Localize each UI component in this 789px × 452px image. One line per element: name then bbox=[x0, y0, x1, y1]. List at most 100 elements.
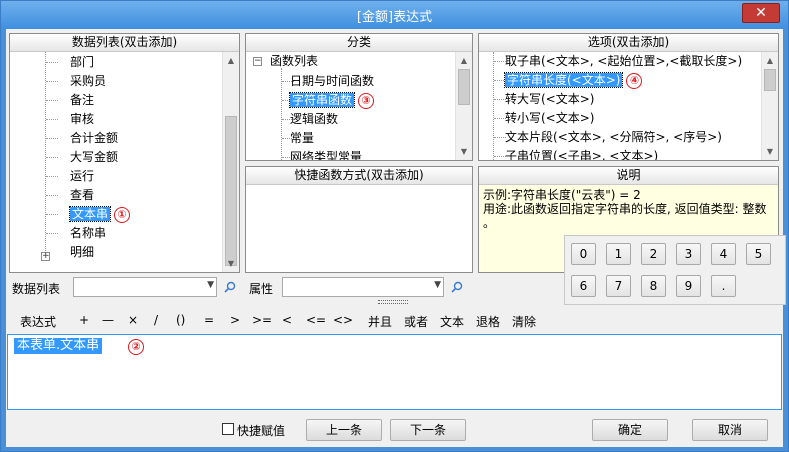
next-button[interactable]: 下一条 bbox=[390, 419, 466, 441]
data-list-item-label: 明细 bbox=[70, 245, 95, 259]
option-item-label: 转大写(<文本>) bbox=[505, 92, 595, 106]
scroll-down-icon[interactable]: ▼ bbox=[456, 143, 472, 160]
quick-assign-checkbox[interactable] bbox=[222, 423, 234, 435]
category-scrollbar[interactable]: ▲ ▼ bbox=[455, 52, 472, 160]
ok-button[interactable]: 确定 bbox=[592, 419, 668, 441]
category-item-label: 字符串函数 bbox=[288, 92, 356, 108]
operator-button[interactable]: / bbox=[154, 313, 158, 327]
data-list-item[interactable]: 文本串 ① bbox=[68, 205, 131, 224]
keypad-key[interactable]: 7 bbox=[606, 275, 631, 297]
options-header: 选项(双击添加) bbox=[479, 34, 778, 52]
data-list-scrollbar[interactable]: ▲ ▼ bbox=[222, 52, 239, 272]
category-item[interactable]: 常量 bbox=[290, 129, 314, 148]
search-icon[interactable] bbox=[224, 281, 236, 293]
keypad-key[interactable]: 6 bbox=[571, 275, 596, 297]
close-button[interactable]: ✕ bbox=[742, 3, 780, 23]
operator-button[interactable]: = bbox=[204, 313, 214, 327]
data-list-item[interactable]: 名称串 bbox=[70, 224, 106, 243]
operator-button[interactable]: + bbox=[79, 313, 89, 327]
chevron-down-icon[interactable]: ▼ bbox=[434, 280, 441, 290]
title-bar[interactable]: [金额]表达式 ✕ bbox=[1, 1, 788, 29]
operator-button[interactable]: 并且 bbox=[368, 313, 392, 330]
operator-button[interactable]: 退格 bbox=[476, 313, 500, 330]
keypad-key[interactable]: 1 bbox=[606, 243, 631, 265]
data-list-filter-combo[interactable]: ▼ bbox=[73, 277, 217, 297]
operator-button[interactable]: () bbox=[176, 313, 185, 327]
operator-button[interactable]: — bbox=[102, 313, 114, 327]
keypad-key[interactable]: . bbox=[711, 275, 736, 297]
option-item[interactable]: 转大写(<文本>) bbox=[505, 90, 594, 109]
scroll-up-icon[interactable]: ▲ bbox=[223, 52, 239, 69]
description-header: 说明 bbox=[479, 167, 778, 185]
scroll-down-icon[interactable]: ▼ bbox=[762, 143, 778, 160]
category-item[interactable]: 网络类型常量 bbox=[290, 148, 362, 160]
data-list-item[interactable]: 备注 bbox=[70, 91, 94, 110]
quick-assign-label: 快捷赋值 bbox=[237, 424, 286, 438]
option-item[interactable]: 文本片段(<文本>, <分隔符>, <序号>) bbox=[505, 128, 722, 147]
data-list-item-label: 名称串 bbox=[70, 226, 107, 240]
keypad-key[interactable]: 5 bbox=[746, 243, 771, 265]
category-header: 分类 bbox=[246, 34, 472, 52]
collapse-icon[interactable]: − bbox=[253, 57, 262, 66]
keypad-key[interactable]: 8 bbox=[641, 275, 666, 297]
data-list-header: 数据列表(双击添加) bbox=[10, 34, 239, 52]
option-item[interactable]: 取子串(<文本>, <起始位置>,<截取长度>) bbox=[505, 52, 742, 71]
option-item[interactable]: 子串位置(<子串>, <文本>) bbox=[505, 147, 658, 160]
category-root[interactable]: 函数列表 bbox=[270, 52, 318, 71]
keypad-key[interactable]: 9 bbox=[676, 275, 701, 297]
scroll-thumb[interactable] bbox=[225, 116, 237, 266]
operator-button[interactable]: 清除 bbox=[512, 313, 536, 330]
option-item[interactable]: 字符串长度(<文本>) ④ bbox=[503, 71, 643, 90]
keypad-key[interactable]: 0 bbox=[571, 243, 596, 265]
data-list-item[interactable]: 查看 bbox=[70, 186, 94, 205]
option-item[interactable]: 转小写(<文本>) bbox=[505, 109, 594, 128]
scroll-thumb[interactable] bbox=[764, 69, 776, 91]
category-item[interactable]: 日期与时间函数 bbox=[290, 72, 374, 91]
category-item[interactable]: 字符串函数 ③ bbox=[288, 91, 375, 110]
option-item-label: 文本片段(<文本>, <分隔符>, <序号>) bbox=[505, 130, 722, 144]
annotation-badge-3: ③ bbox=[358, 92, 375, 109]
tree-connector bbox=[46, 195, 58, 196]
category-item[interactable]: 逻辑函数 bbox=[290, 110, 338, 129]
previous-button[interactable]: 上一条 bbox=[306, 419, 382, 441]
keypad-key[interactable]: 2 bbox=[641, 243, 666, 265]
category-item-label: 日期与时间函数 bbox=[290, 74, 375, 88]
keypad-key[interactable]: 4 bbox=[711, 243, 736, 265]
attribute-filter-combo[interactable]: ▼ bbox=[282, 277, 444, 297]
search-icon[interactable] bbox=[451, 281, 463, 293]
cancel-button[interactable]: 取消 bbox=[692, 419, 768, 441]
operator-button[interactable]: <= bbox=[306, 313, 326, 327]
category-item-label: 逻辑函数 bbox=[290, 112, 339, 126]
scroll-down-icon[interactable]: ▼ bbox=[223, 255, 239, 272]
chevron-down-icon[interactable]: ▼ bbox=[207, 280, 214, 290]
operator-button[interactable]: 文本 bbox=[440, 313, 464, 330]
operator-button[interactable]: × bbox=[128, 313, 138, 327]
expand-icon[interactable]: + bbox=[41, 252, 50, 261]
splitter-handle[interactable] bbox=[378, 300, 408, 304]
data-list-item[interactable]: 大写金额 bbox=[70, 148, 118, 167]
description-usage: 用途:此函数返回指定字符串的长度, 返回值类型: 整数 bbox=[483, 202, 767, 216]
operator-button[interactable]: <> bbox=[333, 313, 353, 327]
option-item-label: 取子串(<文本>, <起始位置>,<截取长度>) bbox=[505, 54, 743, 68]
tree-connector bbox=[46, 138, 58, 139]
operator-button[interactable]: >= bbox=[252, 313, 272, 327]
operator-button[interactable]: > bbox=[230, 313, 240, 327]
data-list-item-label: 查看 bbox=[70, 188, 95, 202]
data-list-item[interactable]: 审核 bbox=[70, 110, 94, 129]
operator-button[interactable]: < bbox=[282, 313, 292, 327]
shortcut-list[interactable] bbox=[246, 185, 472, 272]
data-list-item[interactable]: 运行 bbox=[70, 167, 94, 186]
data-list-item[interactable]: 明细 bbox=[70, 243, 94, 262]
scroll-thumb[interactable] bbox=[458, 69, 470, 105]
scroll-up-icon[interactable]: ▲ bbox=[762, 52, 778, 69]
options-scrollbar[interactable]: ▲ ▼ bbox=[761, 52, 778, 160]
expression-editor[interactable]: 本表单.文本串 ② bbox=[7, 334, 782, 410]
scroll-up-icon[interactable]: ▲ bbox=[456, 52, 472, 69]
keypad-key[interactable]: 3 bbox=[676, 243, 701, 265]
tree-connector bbox=[46, 100, 58, 101]
data-list-item[interactable]: 部门 bbox=[70, 53, 94, 72]
operator-button[interactable]: 或者 bbox=[404, 313, 428, 330]
data-list-item[interactable]: 采购员 bbox=[70, 72, 106, 91]
data-list-item[interactable]: 合计金额 bbox=[70, 129, 118, 148]
data-list-item-label: 采购员 bbox=[70, 74, 107, 88]
